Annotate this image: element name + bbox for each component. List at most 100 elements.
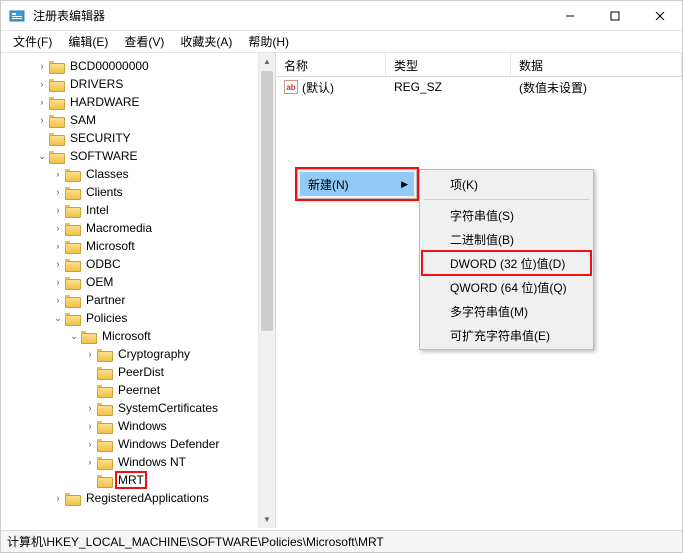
chevron-right-icon[interactable]: › (83, 419, 97, 433)
expander-none (83, 473, 97, 487)
col-data[interactable]: 数据 (511, 53, 682, 76)
ctx-sub-item[interactable]: 项(K) (422, 172, 591, 196)
tree-item-label: Policies (84, 310, 129, 326)
tree-item[interactable]: › Cryptography (3, 345, 275, 363)
tree-item[interactable]: ›ODBC (3, 255, 275, 273)
close-button[interactable] (637, 1, 682, 31)
chevron-right-icon[interactable]: › (35, 113, 49, 127)
chevron-right-icon[interactable]: › (51, 275, 65, 289)
tree-item[interactable]: PeerDist (3, 363, 275, 381)
menu-edit[interactable]: 编辑(E) (60, 31, 116, 52)
chevron-right-icon[interactable]: › (51, 239, 65, 253)
tree-item-label: HARDWARE (68, 94, 142, 110)
tree-item[interactable]: ›Windows NT (3, 453, 275, 471)
ctx-new[interactable]: 新建(N) ▶ (300, 172, 414, 196)
folder-icon (49, 59, 65, 73)
chevron-right-icon[interactable]: › (51, 185, 65, 199)
folder-icon (49, 149, 65, 163)
ctx-sub-label: 项(K) (450, 176, 478, 193)
scroll-up-icon[interactable]: ▲ (259, 53, 275, 70)
ctx-sub-item[interactable]: QWORD (64 位)值(Q) (422, 275, 591, 299)
tree-item[interactable]: ›RegisteredApplications (3, 489, 275, 507)
tree-item[interactable]: MRT (3, 471, 275, 489)
menu-view[interactable]: 查看(V) (116, 31, 172, 52)
tree-item[interactable]: ›Intel (3, 201, 275, 219)
ctx-sub-item[interactable]: 多字符串值(M) (422, 299, 591, 323)
chevron-right-icon[interactable]: › (83, 401, 97, 415)
tree-item[interactable]: ›SystemCertificates (3, 399, 275, 417)
chevron-right-icon[interactable]: › (51, 293, 65, 307)
chevron-right-icon[interactable]: › (83, 455, 97, 469)
cell-name: ab (默认) (276, 77, 386, 98)
folder-icon (97, 365, 113, 379)
tree-item[interactable]: ⌄ Policies (3, 309, 275, 327)
menu-help[interactable]: 帮助(H) (240, 31, 297, 52)
folder-icon (65, 311, 81, 325)
maximize-button[interactable] (592, 1, 637, 31)
ctx-sub-item[interactable]: 二进制值(B) (422, 227, 591, 251)
chevron-right-icon[interactable]: › (51, 167, 65, 181)
ctx-sub-item[interactable]: 字符串值(S) (422, 203, 591, 227)
tree-item-label: Partner (84, 292, 127, 308)
col-name[interactable]: 名称 (276, 53, 386, 76)
tree-scrollbar[interactable]: ▲ ▼ (258, 53, 275, 528)
chevron-right-icon[interactable]: › (51, 257, 65, 271)
folder-icon (81, 329, 97, 343)
folder-icon (97, 419, 113, 433)
chevron-right-icon[interactable]: › (51, 221, 65, 235)
tree-item-label: Cryptography (116, 346, 192, 362)
tree-item[interactable]: ›SAM (3, 111, 275, 129)
expander-none (83, 383, 97, 397)
chevron-right-icon[interactable]: › (35, 59, 49, 73)
folder-icon (49, 77, 65, 91)
folder-icon (65, 275, 81, 289)
tree-item[interactable]: › Microsoft (3, 237, 275, 255)
tree-item-label: Microsoft (84, 238, 137, 254)
chevron-right-icon[interactable]: › (51, 491, 65, 505)
tree-item[interactable]: ›Macromedia (3, 219, 275, 237)
chevron-right-icon[interactable]: › (51, 203, 65, 217)
tree-item[interactable]: ›BCD00000000 (3, 57, 275, 75)
chevron-down-icon[interactable]: ⌄ (67, 329, 81, 343)
string-value-icon: ab (284, 80, 298, 94)
tree-item[interactable]: › OEM (3, 273, 275, 291)
window-title: 注册表编辑器 (33, 7, 547, 24)
tree-item[interactable]: › Partner (3, 291, 275, 309)
scroll-thumb[interactable] (261, 71, 273, 331)
value-name: (默认) (302, 79, 334, 96)
tree-item[interactable]: ›Windows (3, 417, 275, 435)
tree-item-label: SECURITY (68, 130, 133, 146)
tree-item[interactable]: Peernet (3, 381, 275, 399)
menu-fav[interactable]: 收藏夹(A) (172, 31, 240, 52)
minimize-button[interactable] (547, 1, 592, 31)
tree-item-label: Clients (84, 184, 125, 200)
chevron-right-icon[interactable]: › (35, 77, 49, 91)
list-row[interactable]: ab (默认) REG_SZ (数值未设置) (276, 77, 682, 97)
ctx-sub-item[interactable]: DWORD (32 位)值(D) (422, 251, 591, 275)
folder-icon (65, 167, 81, 181)
context-menu-primary: 新建(N) ▶ (297, 169, 417, 199)
ctx-sub-item[interactable]: 可扩充字符串值(E) (422, 323, 591, 347)
chevron-right-icon[interactable]: › (83, 347, 97, 361)
tree-item-label: Microsoft (100, 328, 153, 344)
folder-icon (97, 383, 113, 397)
scroll-down-icon[interactable]: ▼ (259, 511, 275, 528)
tree-item[interactable]: › HARDWARE (3, 93, 275, 111)
tree-item[interactable]: ⌄ Microsoft (3, 327, 275, 345)
chevron-down-icon[interactable]: ⌄ (51, 311, 65, 325)
context-menu-sub: 项(K) 字符串值(S) 二进制值(B)DWORD (32 位)值(D)QWORD … (419, 169, 594, 350)
menu-file[interactable]: 文件(F) (5, 31, 60, 52)
ctx-sub-label: 字符串值(S) (450, 207, 514, 224)
chevron-right-icon[interactable]: › (83, 437, 97, 451)
tree-item[interactable]: ›Windows Defender (3, 435, 275, 453)
chevron-down-icon[interactable]: ⌄ (35, 149, 49, 163)
tree-item[interactable]: ⌄SOFTWARE (3, 147, 275, 165)
tree-item[interactable]: › Clients (3, 183, 275, 201)
ctx-sub-label: 多字符串值(M) (450, 303, 528, 320)
tree-item[interactable]: ›Classes (3, 165, 275, 183)
tree-item[interactable]: SECURITY (3, 129, 275, 147)
tree-item-label: OEM (84, 274, 115, 290)
tree-item[interactable]: ›DRIVERS (3, 75, 275, 93)
chevron-right-icon[interactable]: › (35, 95, 49, 109)
col-type[interactable]: 类型 (386, 53, 511, 76)
